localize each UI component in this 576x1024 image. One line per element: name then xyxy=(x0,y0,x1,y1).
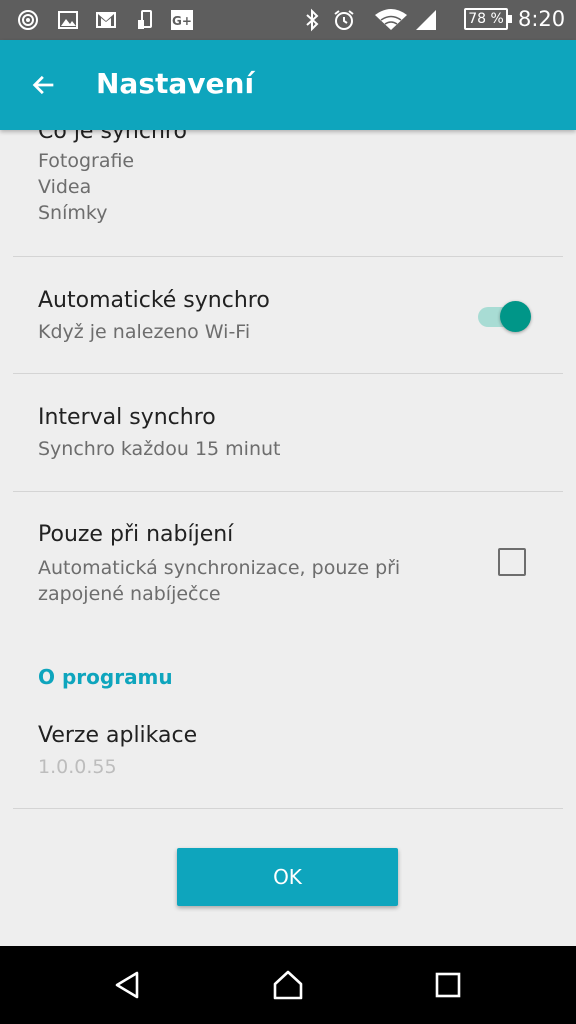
page-title: Nastavení xyxy=(96,67,255,100)
bluetooth-icon xyxy=(300,8,324,32)
gmail-icon xyxy=(94,8,118,32)
category-about: O programu xyxy=(38,665,173,689)
nav-home-button[interactable] xyxy=(264,961,312,1009)
pref-summary: Když je nalezeno Wi-Fi xyxy=(38,321,251,343)
switch-thumb xyxy=(500,301,531,332)
divider xyxy=(13,256,563,257)
pref-sync-content[interactable]: Co je synchro Fotografie Videa Snímky xyxy=(38,130,538,226)
settings-list[interactable]: Co je synchro Fotografie Videa Snímky Au… xyxy=(0,130,576,946)
home-icon xyxy=(273,970,303,1000)
nav-back-button[interactable] xyxy=(104,961,152,1009)
pref-summary-item: Videa xyxy=(38,176,92,198)
pref-title: Pouze při nabíjení xyxy=(38,522,234,547)
pref-summary: zapojené nabíječce xyxy=(38,583,221,605)
pref-app-version: Verze aplikace 1.0.0.55 xyxy=(38,722,538,780)
pref-title: Interval synchro xyxy=(38,405,216,430)
pref-charging-only[interactable]: Pouze při nabíjení Automatická synchroni… xyxy=(38,521,466,607)
pref-summary: Automatická synchronizace, pouze při xyxy=(38,557,401,579)
app-version-value: 1.0.0.55 xyxy=(38,756,117,778)
pref-summary-item: Snímky xyxy=(38,202,108,224)
google-plus-icon: G+ xyxy=(170,8,194,32)
arrow-left-icon xyxy=(32,75,54,95)
pref-title: Verze aplikace xyxy=(38,723,198,748)
triangle-back-icon xyxy=(115,971,139,999)
pref-title: Automatické synchro xyxy=(38,288,270,313)
pref-title: Co je synchro xyxy=(38,130,187,144)
image-icon xyxy=(56,8,80,32)
svg-text:G+: G+ xyxy=(172,14,192,28)
battery-indicator: 78 % xyxy=(464,8,512,30)
pref-auto-sync[interactable]: Automatické synchro Když je nalezeno Wi-… xyxy=(38,287,538,345)
back-button[interactable] xyxy=(20,61,68,109)
pref-sync-interval[interactable]: Interval synchro Synchro každou 15 minut xyxy=(38,404,538,462)
signal-icon xyxy=(414,8,438,32)
charging-only-checkbox[interactable] xyxy=(498,548,526,576)
phone-rotate-icon xyxy=(134,8,158,32)
divider xyxy=(13,373,563,374)
clock: 8:20 xyxy=(518,7,566,31)
square-recents-icon xyxy=(435,972,461,998)
sync-circle-icon xyxy=(16,8,40,32)
navigation-bar xyxy=(0,946,576,1024)
divider xyxy=(13,808,563,809)
ok-button[interactable]: OK xyxy=(177,848,398,906)
pref-summary: Synchro každou 15 minut xyxy=(38,438,281,460)
wifi-icon xyxy=(374,8,408,32)
nav-recents-button[interactable] xyxy=(424,961,472,1009)
pref-summary-item: Fotografie xyxy=(38,150,135,172)
app-bar: Nastavení xyxy=(0,40,576,130)
alarm-icon xyxy=(332,8,356,32)
divider xyxy=(13,491,563,492)
auto-sync-switch[interactable] xyxy=(478,300,532,332)
status-bar: G+ 78 % 8:20 xyxy=(0,0,576,40)
